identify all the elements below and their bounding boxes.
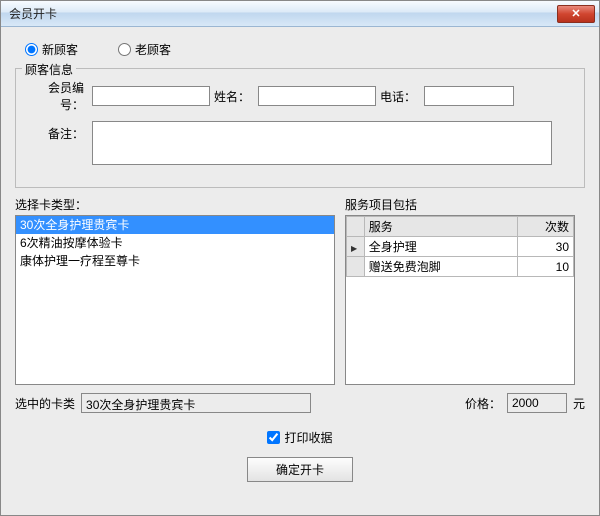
radio-new-label: 新顾客 <box>42 41 78 58</box>
titlebar: 会员开卡 ✕ <box>1 1 599 27</box>
service-table-label: 服务项目包括 <box>345 196 585 213</box>
cell-service: 全身护理 <box>364 237 517 257</box>
cell-count: 30 <box>517 237 573 257</box>
dialog-content: 新顾客 老顾客 顾客信息 会员编号： 姓名： 电话： 备注： <box>1 27 599 488</box>
table-row[interactable]: 全身护理30 <box>347 237 574 257</box>
member-card-dialog: 会员开卡 ✕ 新顾客 老顾客 顾客信息 会员编号： 姓名： 电话： <box>0 0 600 516</box>
service-table: 服务 次数 全身护理30赠送免费泡脚10 <box>346 216 574 277</box>
row-handle <box>347 257 365 277</box>
card-type-listbox[interactable]: 30次全身护理贵宾卡6次精油按摩体验卡康体护理一疗程至尊卡 <box>15 215 335 385</box>
card-type-column: 选择卡类型： 30次全身护理贵宾卡6次精油按摩体验卡康体护理一疗程至尊卡 <box>15 196 335 385</box>
customer-info-legend: 顾客信息 <box>22 61 76 78</box>
name-label: 姓名： <box>214 88 254 105</box>
phone-label: 电话： <box>380 88 420 105</box>
window-title: 会员开卡 <box>9 5 57 22</box>
radio-new-input[interactable] <box>25 43 38 56</box>
price-label: 价格： <box>465 395 501 412</box>
print-receipt-checkbox[interactable]: 打印收据 <box>267 429 332 446</box>
card-type-label: 选择卡类型： <box>15 196 335 213</box>
customer-info-fieldset: 顾客信息 会员编号： 姓名： 电话： 备注： <box>15 68 585 188</box>
confirm-button[interactable]: 确定开卡 <box>247 457 353 482</box>
customer-info-row2: 备注： <box>26 121 574 165</box>
radio-old-input[interactable] <box>118 43 131 56</box>
confirm-row: 确定开卡 <box>15 457 585 482</box>
remark-input[interactable] <box>92 121 552 165</box>
customer-info-row1: 会员编号： 姓名： 电话： <box>26 79 574 113</box>
print-receipt-label: 打印收据 <box>284 429 332 446</box>
print-row: 打印收据 <box>15 429 585 447</box>
col-count-header: 次数 <box>517 217 573 237</box>
price-unit: 元 <box>573 395 585 412</box>
close-button[interactable]: ✕ <box>557 5 595 23</box>
remark-label: 备注： <box>26 121 88 142</box>
card-type-item[interactable]: 30次全身护理贵宾卡 <box>16 216 334 234</box>
price-value: 2000 <box>507 393 567 413</box>
card-service-row: 选择卡类型： 30次全身护理贵宾卡6次精油按摩体验卡康体护理一疗程至尊卡 服务项… <box>15 196 585 385</box>
radio-old-label: 老顾客 <box>135 41 171 58</box>
member-id-input[interactable] <box>92 86 210 106</box>
service-column: 服务项目包括 服务 次数 全身护理30赠送免费泡脚10 <box>345 196 585 385</box>
radio-new-customer[interactable]: 新顾客 <box>25 41 78 58</box>
close-icon: ✕ <box>571 7 580 20</box>
row-handle <box>347 237 365 257</box>
service-table-wrap[interactable]: 服务 次数 全身护理30赠送免费泡脚10 <box>345 215 575 385</box>
radio-old-customer[interactable]: 老顾客 <box>118 41 171 58</box>
customer-type-group: 新顾客 老顾客 <box>15 35 585 68</box>
name-input[interactable] <box>258 86 376 106</box>
print-receipt-input[interactable] <box>267 431 280 444</box>
col-service-header: 服务 <box>364 217 517 237</box>
card-type-item[interactable]: 6次精油按摩体验卡 <box>16 234 334 252</box>
card-type-item[interactable]: 康体护理一疗程至尊卡 <box>16 252 334 270</box>
member-id-label: 会员编号： <box>26 79 88 113</box>
phone-input[interactable] <box>424 86 514 106</box>
selected-card-value: 30次全身护理贵宾卡 <box>81 393 311 413</box>
table-row[interactable]: 赠送免费泡脚10 <box>347 257 574 277</box>
selected-price-row: 选中的卡类 30次全身护理贵宾卡 价格： 2000 元 <box>15 393 585 413</box>
row-handle-header <box>347 217 365 237</box>
cell-count: 10 <box>517 257 573 277</box>
selected-card-label: 选中的卡类 <box>15 395 75 412</box>
cell-service: 赠送免费泡脚 <box>364 257 517 277</box>
